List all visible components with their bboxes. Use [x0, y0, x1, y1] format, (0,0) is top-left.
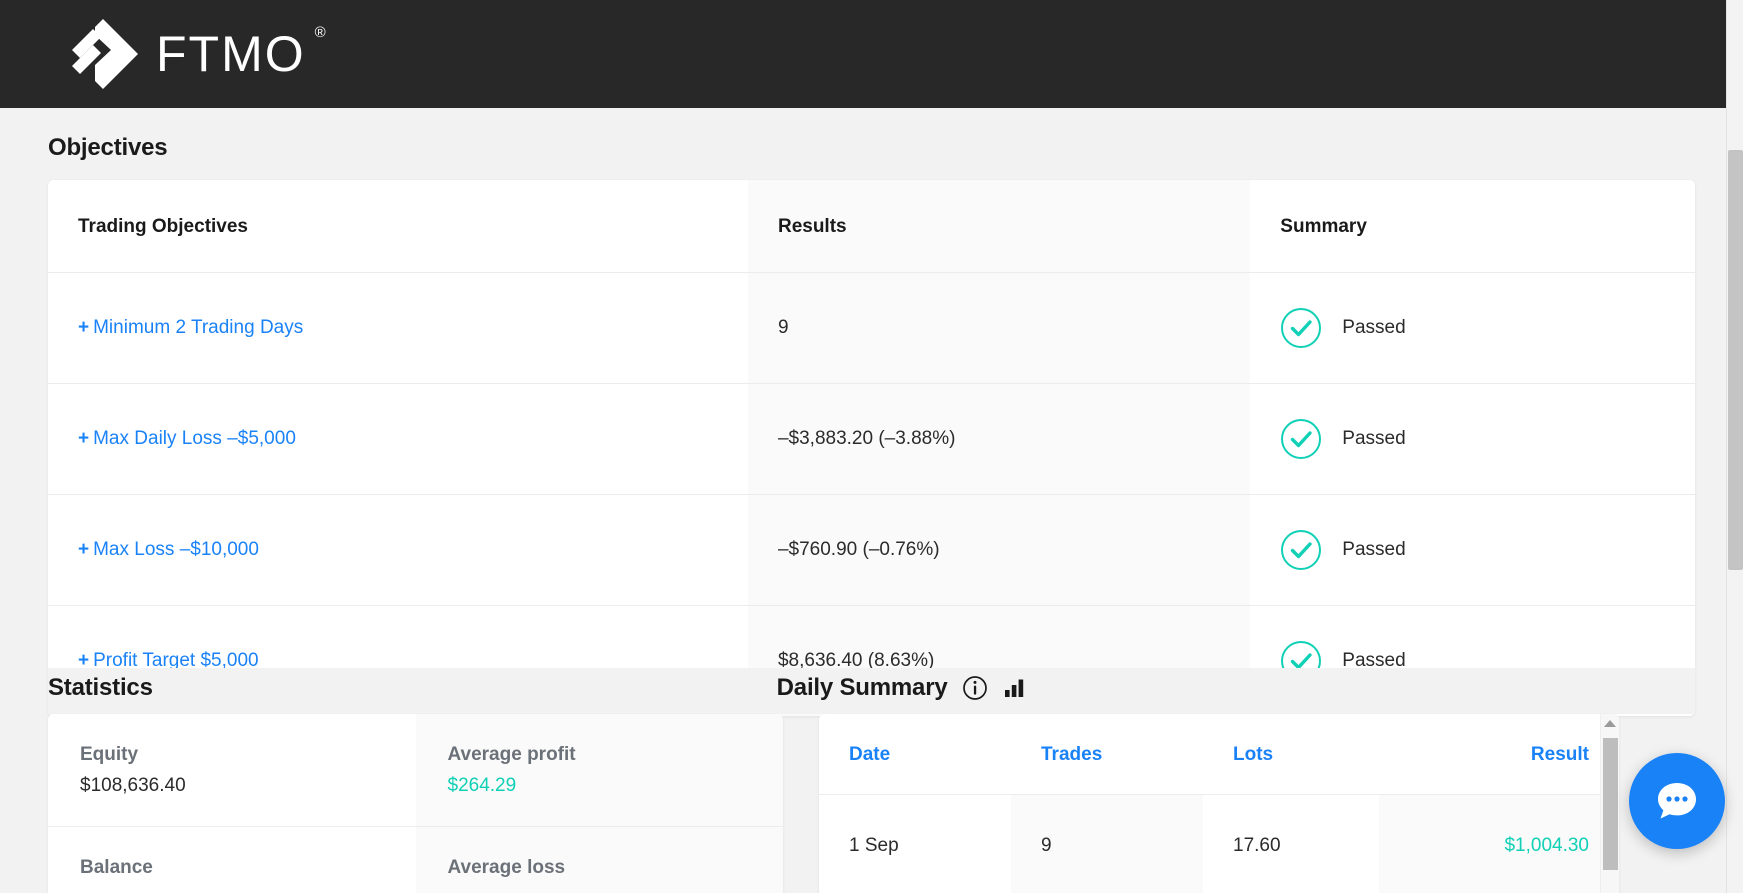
- status-label: Passed: [1342, 539, 1405, 561]
- column-header-results: Results: [748, 180, 1250, 273]
- objectives-section-title: Objectives: [48, 108, 1695, 180]
- objective-expand-link[interactable]: +Max Daily Loss –$5,000: [78, 428, 296, 449]
- lower-section-headings: Statistics Daily Summary: [48, 668, 1695, 714]
- page-scrollbar-thumb[interactable]: [1728, 150, 1743, 570]
- table-row: +Max Daily Loss –$5,000 –$3,883.20 (–3.88…: [48, 384, 1695, 495]
- stat-value: $108,636.40: [80, 775, 416, 797]
- daily-result-cell: $1,004.30: [1379, 795, 1619, 893]
- plus-icon: +: [78, 317, 89, 338]
- statistics-row: Balance Average loss: [48, 827, 783, 893]
- objective-result-cell: –$3,883.20 (–3.88%): [748, 384, 1250, 495]
- daily-summary-section-title: Daily Summary: [777, 674, 948, 702]
- page-scrollbar[interactable]: [1726, 0, 1743, 893]
- bar-chart-icon[interactable]: [1002, 675, 1028, 701]
- statistics-card: Equity $108,636.40 Average profit $264.2…: [48, 714, 783, 893]
- statistics-row: Equity $108,636.40 Average profit $264.2…: [48, 714, 783, 827]
- check-circle-icon: [1280, 418, 1322, 460]
- column-header-date[interactable]: Date: [819, 714, 1011, 795]
- objectives-header-row: Trading Objectives Results Summary: [48, 180, 1695, 273]
- objectives-table: Trading Objectives Results Summary +Mini…: [48, 180, 1695, 716]
- daily-summary-scrollbar[interactable]: [1600, 714, 1619, 893]
- stat-cell-equity: Equity $108,636.40: [48, 714, 416, 826]
- check-circle-icon: [1280, 529, 1322, 571]
- objective-result-cell: –$760.90 (–0.76%): [748, 495, 1250, 606]
- column-header-trades[interactable]: Trades: [1011, 714, 1203, 795]
- chat-bubble-icon: [1651, 775, 1703, 827]
- status-label: Passed: [1342, 428, 1405, 450]
- daily-summary-table-body: 1 Sep917.60$1,004.30: [819, 795, 1619, 893]
- brand-name: FTMO: [156, 26, 306, 82]
- stat-label: Balance: [80, 857, 416, 879]
- status-badge: Passed: [1280, 307, 1695, 349]
- daily-summary-card: Date Trades Lots Result 1 Sep917.60$1,00…: [819, 714, 1619, 893]
- stat-cell-balance: Balance: [48, 827, 416, 893]
- objective-name-cell: +Max Loss –$10,000: [48, 495, 748, 606]
- objective-expand-link[interactable]: +Max Loss –$10,000: [78, 539, 259, 560]
- objective-label: Max Daily Loss –$5,000: [93, 428, 296, 449]
- stat-label: Equity: [80, 744, 416, 766]
- objectives-card: Trading Objectives Results Summary +Mini…: [48, 180, 1695, 716]
- column-header-summary: Summary: [1250, 180, 1695, 273]
- stat-label: Average loss: [448, 857, 784, 879]
- scroll-up-arrow-icon[interactable]: [1604, 720, 1616, 727]
- ftmo-diamond-logo-icon: [68, 19, 138, 89]
- objectives-table-body: +Minimum 2 Trading Days9Passed+Max Daily…: [48, 273, 1695, 717]
- objective-summary-cell: Passed: [1250, 384, 1695, 495]
- plus-icon: +: [78, 539, 89, 560]
- plus-icon: +: [78, 428, 89, 449]
- objective-summary-cell: Passed: [1250, 495, 1695, 606]
- ftmo-logo[interactable]: FTMO ®: [68, 19, 306, 89]
- column-header-result[interactable]: Result: [1379, 714, 1619, 795]
- stat-cell-average-loss: Average loss: [416, 827, 784, 893]
- lower-cards-row: Equity $108,636.40 Average profit $264.2…: [48, 714, 1695, 893]
- table-row: +Max Loss –$10,000 –$760.90 (–0.76%) Passe…: [48, 495, 1695, 606]
- objective-name-cell: +Max Daily Loss –$5,000: [48, 384, 748, 495]
- lower-section-band: Statistics Daily Summary: [0, 668, 1743, 893]
- daily-trades-cell: 9: [1011, 795, 1203, 893]
- objective-name-cell: +Minimum 2 Trading Days: [48, 273, 748, 384]
- column-header-trading-objectives: Trading Objectives: [48, 180, 748, 273]
- check-circle-icon: [1280, 307, 1322, 349]
- daily-summary-table: Date Trades Lots Result 1 Sep917.60$1,00…: [819, 714, 1619, 893]
- objective-summary-cell: Passed: [1250, 273, 1695, 384]
- info-circle-icon[interactable]: [962, 675, 988, 701]
- status-badge: Passed: [1280, 418, 1695, 460]
- daily-lots-cell: 17.60: [1203, 795, 1379, 893]
- stat-label: Average profit: [448, 744, 784, 766]
- status-badge: Passed: [1280, 529, 1695, 571]
- objective-result-cell: 9: [748, 273, 1250, 384]
- table-row: +Minimum 2 Trading Days 9 Passed: [48, 273, 1695, 384]
- ftmo-wordmark: FTMO ®: [156, 29, 306, 79]
- daily-summary-header-row: Date Trades Lots Result: [819, 714, 1619, 795]
- stat-cell-average-profit: Average profit $264.29: [416, 714, 784, 826]
- statistics-section-title: Statistics: [48, 674, 773, 702]
- registered-trademark-symbol: ®: [315, 25, 326, 40]
- stat-value: $264.29: [448, 775, 784, 797]
- table-row: 1 Sep917.60$1,004.30: [819, 795, 1619, 893]
- daily-summary-heading-group: Daily Summary: [773, 674, 1695, 702]
- objective-label: Minimum 2 Trading Days: [93, 317, 303, 338]
- daily-date-cell: 1 Sep: [819, 795, 1011, 893]
- column-header-lots[interactable]: Lots: [1203, 714, 1379, 795]
- objective-label: Max Loss –$10,000: [93, 539, 259, 560]
- scrollbar-thumb[interactable]: [1603, 738, 1618, 870]
- page-content: Objectives Trading Objectives Results Su…: [0, 108, 1743, 893]
- status-label: Passed: [1342, 317, 1405, 339]
- top-header-bar: FTMO ®: [0, 0, 1743, 108]
- chat-widget-button[interactable]: [1629, 753, 1725, 849]
- objective-expand-link[interactable]: +Minimum 2 Trading Days: [78, 317, 303, 338]
